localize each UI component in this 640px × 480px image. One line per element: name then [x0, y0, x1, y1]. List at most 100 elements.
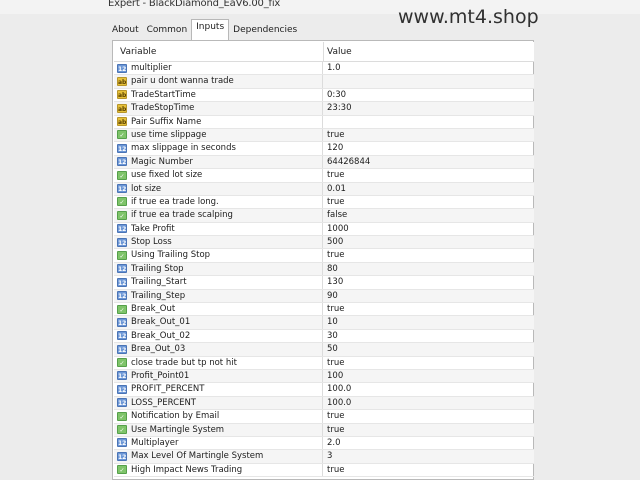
- variable-name: PROFIT_PERCENT: [131, 384, 205, 395]
- variable-name: Take Profit: [131, 223, 175, 234]
- inputs-table-body: 12 multiplier 1.0 ab pair u dont wanna trade…: [114, 62, 534, 478]
- table-row[interactable]: ab Pair Suffix Name: [114, 115, 534, 129]
- tab-inputs[interactable]: Inputs: [191, 19, 230, 40]
- variable-value[interactable]: 30: [327, 331, 338, 341]
- variable-name: Trailing_Start: [131, 277, 187, 288]
- bool-icon: ✓: [117, 250, 127, 260]
- variable-value[interactable]: 10: [327, 317, 338, 327]
- table-row[interactable]: 12 lot size 0.01: [114, 182, 534, 196]
- table-row[interactable]: 12 Profit_Point01 100: [114, 369, 534, 384]
- variable-value[interactable]: true: [327, 197, 344, 207]
- bool-icon: ✓: [117, 411, 127, 421]
- variable-value[interactable]: 3: [327, 451, 332, 461]
- variable-cell: 12 Trailing_Start: [114, 276, 323, 289]
- table-row[interactable]: 12 PROFIT_PERCENT 100.0: [114, 383, 534, 397]
- column-header-variable[interactable]: Variable: [120, 47, 156, 57]
- table-row[interactable]: 12 Break_Out_02 30: [114, 329, 534, 344]
- variable-value[interactable]: 1000: [327, 224, 349, 234]
- variable-cell: ✓ Notification by Email: [114, 410, 323, 423]
- number-icon: 12: [117, 63, 127, 73]
- variable-name: TradeStopTime: [131, 103, 195, 114]
- variable-name: if true ea trade scalping: [131, 210, 233, 221]
- table-row[interactable]: ✓ close trade but tp not hit true: [114, 356, 534, 370]
- table-row[interactable]: 12 LOSS_PERCENT 100.0: [114, 396, 534, 411]
- variable-cell: 12 Take Profit: [114, 222, 323, 236]
- variable-value[interactable]: 2.0: [327, 438, 341, 448]
- variable-cell: 12 Magic Number: [114, 155, 323, 169]
- table-row[interactable]: ✓ Use Martingle System true: [114, 423, 534, 437]
- variable-value[interactable]: true: [327, 465, 344, 475]
- table-row[interactable]: ✓ if true ea trade long. true: [114, 195, 534, 210]
- table-row[interactable]: ✓ High Impact News Trading true: [114, 463, 534, 478]
- table-row[interactable]: 12 Trailing_Start 130: [114, 276, 534, 290]
- number-icon: 12: [117, 291, 127, 301]
- table-row[interactable]: ✓ Notification by Email true: [114, 410, 534, 424]
- variable-value[interactable]: true: [327, 250, 344, 260]
- variable-name: Stop Loss: [131, 237, 172, 248]
- table-row[interactable]: ✓ Break_Out true: [114, 303, 534, 317]
- variable-value[interactable]: 90: [327, 291, 338, 301]
- column-header-value[interactable]: Value: [327, 47, 352, 57]
- variable-cell: ✓ if true ea trade scalping: [114, 209, 323, 222]
- table-row[interactable]: ab TradeStopTime 23:30: [114, 102, 534, 116]
- table-row[interactable]: ab TradeStartTime 0:30: [114, 88, 534, 103]
- variable-value[interactable]: 64426844: [327, 157, 370, 167]
- number-icon: 12: [117, 184, 127, 194]
- variable-value[interactable]: 0:30: [327, 90, 346, 100]
- variable-value[interactable]: 1.0: [327, 63, 341, 73]
- bool-icon: ✓: [117, 425, 127, 435]
- variable-value[interactable]: 100: [327, 371, 343, 381]
- variable-cell: ✓ Use Martingle System: [114, 423, 323, 436]
- column-divider[interactable]: [323, 42, 324, 62]
- variable-cell: ✓ use time slippage: [114, 128, 323, 142]
- variable-value[interactable]: 0.01: [327, 184, 346, 194]
- table-row[interactable]: ab pair u dont wanna trade: [114, 75, 534, 89]
- table-row[interactable]: 12 Trailing_Step 90: [114, 289, 534, 304]
- table-row[interactable]: 12 Stop Loss 500: [114, 236, 534, 250]
- variable-value[interactable]: true: [327, 130, 344, 140]
- variable-name: LOSS_PERCENT: [131, 397, 196, 408]
- table-header: Variable Value: [114, 42, 534, 62]
- table-row[interactable]: 12 Multiplayer 2.0: [114, 436, 534, 451]
- variable-cell: ✓ Using Trailing Stop: [114, 249, 323, 262]
- table-row[interactable]: ✓ use time slippage true: [114, 128, 534, 143]
- variable-cell: 12 Stop Loss: [114, 236, 323, 249]
- number-icon: 12: [117, 317, 127, 327]
- inputs-panel: Variable Value 12 multiplier 1.0 ab pair u d…: [112, 40, 534, 480]
- variable-cell: ab TradeStopTime: [114, 102, 323, 115]
- variable-cell: 12 max slippage in seconds: [114, 142, 323, 155]
- variable-value[interactable]: true: [327, 425, 344, 435]
- table-row[interactable]: 12 max slippage in seconds 120: [114, 142, 534, 156]
- table-row[interactable]: ✓ use fixed lot size true: [114, 169, 534, 183]
- variable-value[interactable]: 50: [327, 344, 338, 354]
- variable-name: Multiplayer: [131, 437, 179, 448]
- tab-dependencies[interactable]: Dependencies: [229, 22, 301, 39]
- variable-value[interactable]: 100.0: [327, 384, 351, 394]
- table-row[interactable]: 12 multiplier 1.0: [114, 62, 534, 76]
- table-row[interactable]: ✓ Using Trailing Stop true: [114, 249, 534, 263]
- table-row[interactable]: 12 Magic Number 64426844: [114, 155, 534, 170]
- variable-value[interactable]: true: [327, 411, 344, 421]
- table-row[interactable]: 12 Brea_Out_03 50: [114, 343, 534, 357]
- table-row[interactable]: 12 Trailing Stop 80: [114, 262, 534, 277]
- tab-about[interactable]: About: [108, 22, 143, 39]
- table-row[interactable]: 12 Max Level Of Martingle System 3: [114, 450, 534, 464]
- variable-value[interactable]: 500: [327, 237, 343, 247]
- tab-common[interactable]: Common: [143, 22, 192, 39]
- variable-value[interactable]: 80: [327, 264, 338, 274]
- number-icon: 12: [117, 398, 127, 408]
- variable-cell: 12 Break_Out_02: [114, 329, 323, 343]
- table-row[interactable]: 12 Take Profit 1000: [114, 222, 534, 237]
- variable-value[interactable]: true: [327, 170, 344, 180]
- variable-value[interactable]: 120: [327, 143, 343, 153]
- variable-value[interactable]: 130: [327, 277, 343, 287]
- variable-name: Magic Number: [131, 156, 193, 167]
- variable-value[interactable]: true: [327, 304, 344, 314]
- variable-value[interactable]: 100.0: [327, 398, 351, 408]
- table-row[interactable]: ✓ if true ea trade scalping false: [114, 209, 534, 223]
- window-titlebar: Expert - BlackDiamond_EaV6.00_fix: [0, 0, 640, 14]
- variable-value[interactable]: false: [327, 210, 347, 220]
- variable-value[interactable]: true: [327, 358, 344, 368]
- variable-value[interactable]: 23:30: [327, 103, 352, 113]
- table-row[interactable]: 12 Break_Out_01 10: [114, 316, 534, 330]
